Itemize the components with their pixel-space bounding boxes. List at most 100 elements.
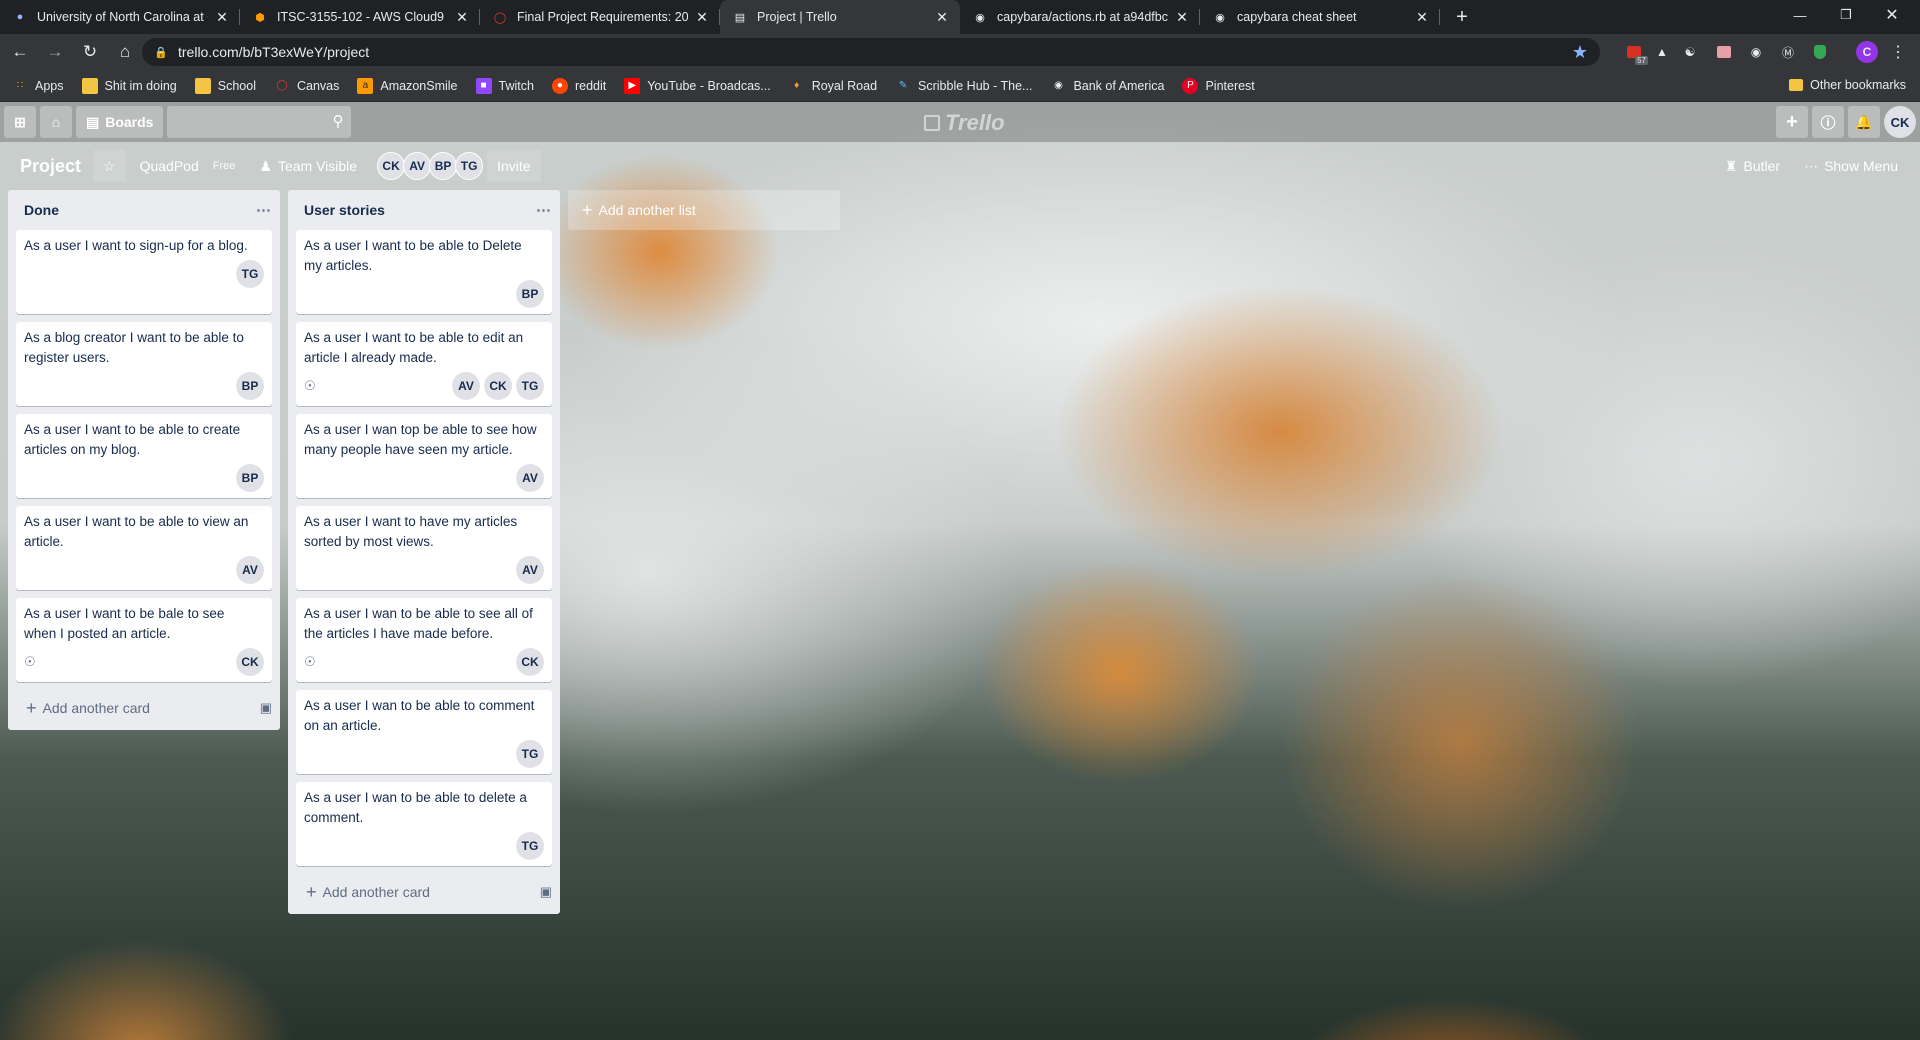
create-button[interactable]: + [1776, 106, 1808, 138]
card-member-avatar[interactable]: AV [236, 556, 264, 584]
card-member-avatar[interactable]: TG [516, 740, 544, 768]
visibility-button[interactable]: ♟ Team Visible [249, 150, 367, 182]
extension-icon[interactable] [1714, 42, 1734, 62]
list-header[interactable]: Done ⋯ [8, 190, 280, 230]
add-card-button[interactable]: + Add another card ▣ [288, 874, 560, 910]
extension-icon[interactable]: ◉ [1746, 42, 1766, 62]
list-title[interactable]: Done [24, 202, 59, 218]
new-tab-button[interactable]: + [1448, 3, 1476, 31]
member-avatar[interactable]: TG [455, 152, 484, 180]
card-member-avatar[interactable]: AV [452, 372, 480, 400]
card-template-icon[interactable]: ▣ [260, 700, 272, 716]
card[interactable]: As a user I want to be able to view an a… [16, 506, 272, 590]
close-tab-icon[interactable]: ✕ [454, 9, 470, 25]
browser-tab[interactable]: ◉ capybara cheat sheet ✕ [1200, 0, 1440, 34]
list-header[interactable]: User stories ⋯ [288, 190, 560, 230]
card-member-avatar[interactable]: BP [516, 280, 544, 308]
card[interactable]: As a blog creator I want to be able to r… [16, 322, 272, 406]
card[interactable]: As a user I wan to be able to delete a c… [296, 782, 552, 866]
card-template-icon[interactable]: ▣ [540, 884, 552, 900]
card-member-avatar[interactable]: CK [236, 648, 264, 676]
bookmark-item[interactable]: ◉ Bank of America [1050, 78, 1164, 94]
bookmark-item[interactable]: ◯ Canvas [274, 78, 339, 94]
bookmark-item[interactable]: a AmazonSmile [357, 77, 458, 94]
member-avatar[interactable]: CK [377, 152, 406, 180]
browser-tab[interactable]: ◉ capybara/actions.rb at a94dfbc4c ✕ [960, 0, 1200, 34]
extension-icon[interactable]: Ⓜ [1778, 42, 1798, 62]
card[interactable]: As a user I want to be able to Delete my… [296, 230, 552, 314]
close-tab-icon[interactable]: ✕ [1414, 9, 1430, 25]
apps-switcher-button[interactable]: ⊞ [4, 106, 36, 138]
browser-tab[interactable]: ▤ Project | Trello ✕ [720, 0, 960, 34]
card-member-avatar[interactable]: BP [236, 372, 264, 400]
chrome-menu-icon[interactable]: ⋮ [1888, 42, 1908, 62]
extension-icon[interactable]: 57 [1624, 42, 1648, 65]
bookmark-item[interactable]: ∷ Apps [12, 78, 64, 94]
member-avatar[interactable]: AV [403, 152, 432, 180]
card-member-avatar[interactable]: CK [516, 648, 544, 676]
team-button[interactable]: QuadPod Free [130, 150, 246, 182]
back-button[interactable]: ← [5, 37, 35, 67]
restore-window-button[interactable]: ❐ [1823, 0, 1869, 30]
close-tab-icon[interactable]: ✕ [214, 9, 230, 25]
bookmark-item[interactable]: ● reddit [551, 77, 606, 94]
card-member-avatar[interactable]: AV [516, 556, 544, 584]
browser-tab[interactable]: ◯ Final Project Requirements: 2020 ✕ [480, 0, 720, 34]
card[interactable]: As a user I want to sign-up for a blog. T… [16, 230, 272, 314]
card-member-avatar[interactable]: TG [516, 372, 544, 400]
show-menu-button[interactable]: ⋯ Show Menu [1794, 150, 1908, 182]
board-title[interactable]: Project [20, 156, 81, 177]
extension-icon[interactable] [1810, 42, 1830, 62]
list-menu-icon[interactable]: ⋯ [536, 201, 552, 219]
card-member-avatar[interactable]: TG [516, 832, 544, 860]
card[interactable]: As a user I want to be able to edit an a… [296, 322, 552, 406]
list-title[interactable]: User stories [304, 202, 385, 218]
other-bookmarks-button[interactable]: Other bookmarks [1789, 78, 1906, 92]
close-tab-icon[interactable]: ✕ [934, 9, 950, 25]
bookmark-item[interactable]: ♦ Royal Road [789, 78, 877, 94]
card[interactable]: As a user I want to be able to create ar… [16, 414, 272, 498]
profile-avatar[interactable]: C [1856, 41, 1878, 63]
bookmark-item[interactable]: ▶ YouTube - Broadcas... [624, 77, 771, 94]
search-input[interactable]: ⚲ [167, 106, 352, 138]
notifications-bell-icon[interactable]: 🔔 [1848, 106, 1880, 138]
close-window-button[interactable]: ✕ [1869, 0, 1915, 30]
bookmark-item[interactable]: P Pinterest [1182, 77, 1255, 94]
card[interactable]: As a user I wan top be able to see how m… [296, 414, 552, 498]
close-tab-icon[interactable]: ✕ [1174, 9, 1190, 25]
add-list-button[interactable]: + Add another list [568, 190, 840, 230]
bookmark-star-icon[interactable]: ★ [1572, 42, 1588, 63]
card[interactable]: As a user I wan to be able to see all of… [296, 598, 552, 682]
butler-button[interactable]: ♜ Butler [1715, 150, 1790, 182]
invite-button[interactable]: Invite [487, 150, 541, 182]
member-avatar[interactable]: CK [1884, 106, 1916, 138]
home-button[interactable]: ⌂ [40, 106, 72, 138]
card-member-avatar[interactable]: TG [236, 260, 264, 288]
home-button[interactable]: ⌂ [110, 37, 140, 67]
close-tab-icon[interactable]: ✕ [694, 9, 710, 25]
bookmark-item[interactable]: ■ Twitch [475, 77, 534, 94]
card-member-avatar[interactable]: AV [516, 464, 544, 492]
bookmark-item[interactable]: ✎ Scribble Hub - The... [895, 78, 1033, 94]
list-menu-icon[interactable]: ⋯ [256, 201, 272, 219]
add-card-button[interactable]: + Add another card ▣ [8, 690, 280, 726]
browser-tab[interactable]: ⬢ ITSC-3155-102 - AWS Cloud9 ✕ [240, 0, 480, 34]
card[interactable]: As a user I wan to be able to comment on… [296, 690, 552, 774]
card[interactable]: As a user I want to be bale to see when … [16, 598, 272, 682]
trello-logo[interactable]: Trello [924, 110, 1005, 136]
reload-button[interactable]: ↻ [75, 37, 105, 67]
forward-button[interactable]: → [40, 37, 70, 67]
boards-button[interactable]: ▤ Boards [76, 106, 164, 138]
minimize-window-button[interactable]: — [1777, 0, 1823, 30]
bookmark-item[interactable]: Shit im doing [81, 77, 177, 94]
card-member-avatar[interactable]: BP [236, 464, 264, 492]
extension-icon[interactable]: ▲ [1652, 42, 1672, 62]
info-icon[interactable]: ⓘ [1812, 106, 1844, 138]
card[interactable]: As a user I want to have my articles sor… [296, 506, 552, 590]
member-avatar[interactable]: BP [429, 152, 458, 180]
address-bar[interactable]: 🔒 trello.com/b/bT3exWeY/project ★ [142, 38, 1600, 66]
browser-tab[interactable]: ● University of North Carolina at Charlot… [0, 0, 240, 34]
star-board-button[interactable]: ☆ [93, 150, 126, 182]
bookmark-item[interactable]: School [194, 77, 256, 94]
extension-icon[interactable]: ☯ [1680, 42, 1700, 62]
